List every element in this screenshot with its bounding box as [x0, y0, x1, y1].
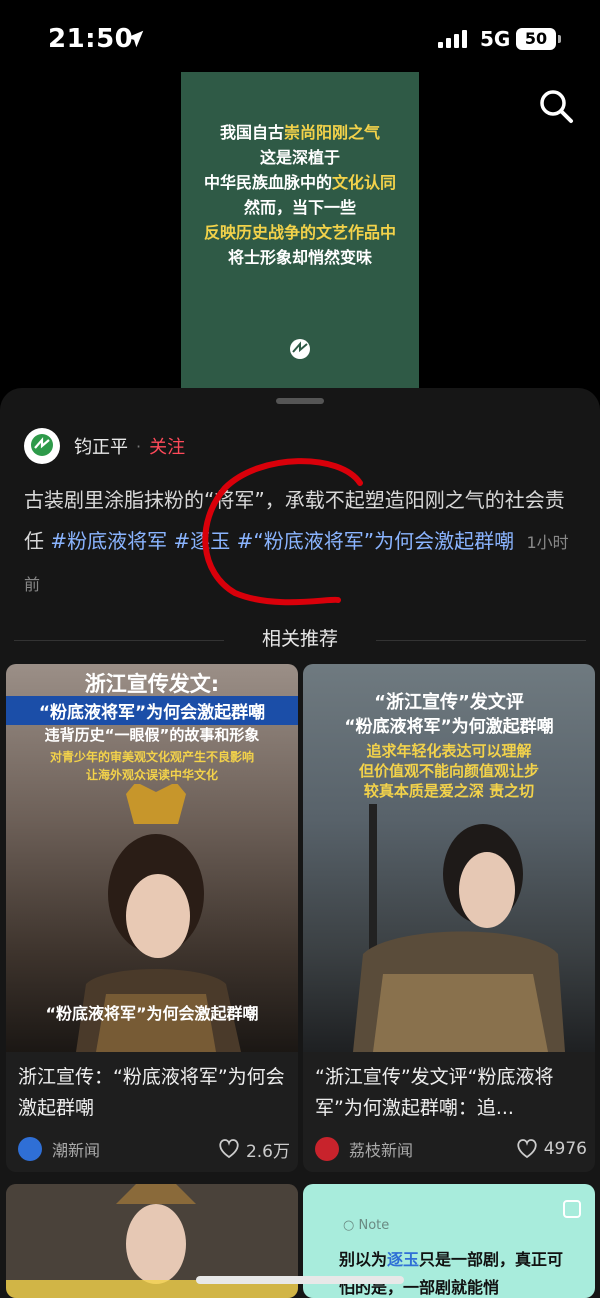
character-portrait-icon	[353, 804, 565, 1052]
note-segment: 别以为	[339, 1250, 388, 1269]
heart-icon	[517, 1139, 537, 1159]
drag-handle[interactable]	[276, 398, 324, 404]
caption-highlight: 反映历史战争的文艺作品中	[203, 223, 396, 242]
thumb-subtitle: 对青少年的审美观文化观产生不良影响	[49, 750, 254, 764]
source-logo-icon	[315, 1137, 339, 1161]
author-row: 钧正平 · 关注	[24, 426, 185, 466]
signal-icon	[438, 30, 467, 48]
caption-line: 反映历史战争的文艺作品中	[181, 220, 419, 245]
source-logo-icon	[18, 1137, 42, 1161]
thumb-subtitle: 让海外观众误读中华文化	[85, 768, 218, 782]
card-meta: 潮新闻 2.6万	[18, 1136, 290, 1162]
card-thumbnail[interactable]: 浙江宣传发文: “粉底液将军”为何会激起群嘲 违背历史“一眼假”的故事和形象 对…	[6, 664, 298, 1052]
caption-segment: 将士形象却悄然变味	[227, 248, 372, 267]
caption-segment: 中华民族血脉中的	[203, 173, 332, 192]
status-time: 21:50	[48, 24, 134, 54]
hashtag[interactable]: #“粉底液将军”为何会激起群嘲	[237, 529, 514, 553]
source-name[interactable]: 潮新闻	[52, 1137, 100, 1161]
caption-line: 然而，当下一些	[181, 195, 419, 220]
thumb-subtitle: 较真本质是爱之深 责之切	[363, 782, 535, 800]
recommend-title: 相关推荐	[261, 628, 338, 650]
thumb-heading: 浙江宣传发文:	[84, 672, 220, 696]
watermark-logo-icon	[290, 339, 310, 359]
caption-line: 将士形象却悄然变味	[181, 245, 419, 270]
caption-line: 中华民族血脉中的文化认同	[181, 170, 419, 195]
like-count: 4976	[543, 1139, 587, 1159]
like-count: 2.6万	[245, 1141, 290, 1162]
caption-line: 我国自古崇尚阳刚之气	[181, 120, 419, 145]
avatar[interactable]	[24, 428, 60, 464]
thumb-subtitle: 追求年轻化表达可以理解	[366, 742, 532, 760]
author-logo-icon	[31, 434, 53, 456]
location-arrow-icon	[126, 30, 144, 48]
card-title[interactable]: “浙江宣传”发文评“粉底液将军”为何激起群嘲：追...	[315, 1062, 587, 1124]
thumb-bottom-caption: “粉底液将军”为何会激起群嘲	[45, 1004, 259, 1023]
caption-segment: 然而，当下一些	[243, 198, 356, 217]
caption-segment: 我国自古	[219, 123, 284, 142]
thumb-subtitle: 违背历史“一眼假”的故事和形象	[44, 726, 260, 744]
copy-icon	[563, 1200, 581, 1218]
post-description: 古装剧里涂脂抹粉的“将军”，承载不起塑造阳刚之气的社会责任 #粉底液将军 #逐玉…	[24, 480, 580, 605]
follow-button[interactable]: 关注	[149, 433, 185, 459]
thumb-banner: “粉底液将军”为何会激起群嘲	[6, 696, 298, 725]
note-text: 别以为逐玉只是一部剧，真正可怕的是，一部剧就能悄	[339, 1246, 565, 1298]
caption-segment: 这是深植于	[259, 148, 340, 167]
home-indicator[interactable]	[196, 1276, 404, 1284]
recommend-card[interactable]: “浙江宣传”发文评 “粉底液将军”为何激起群嘲 追求年轻化表达可以理解 但价值观…	[303, 664, 595, 1172]
card-title[interactable]: 浙江宣传：“粉底液将军”为何会激起群嘲	[18, 1062, 290, 1124]
source-name[interactable]: 荔枝新闻	[349, 1137, 413, 1161]
recommend-header: 相关推荐	[0, 624, 600, 654]
note-highlight: 逐玉	[387, 1250, 420, 1269]
caption-line: 这是深植于	[181, 145, 419, 170]
thumb-subtitle: 但价值观不能向颜值观让步	[358, 762, 539, 780]
author-name[interactable]: 钧正平	[74, 433, 128, 459]
card-thumbnail[interactable]: “浙江宣传”发文评 “粉底液将军”为何激起群嘲 追求年轻化表达可以理解 但价值观…	[303, 664, 595, 1052]
video-caption: 我国自古崇尚阳刚之气这是深植于中华民族血脉中的文化认同然而，当下一些反映历史战争…	[181, 120, 419, 270]
separator-dot: ·	[136, 436, 142, 456]
thumb-heading: “浙江宣传”发文评	[374, 692, 524, 713]
battery-icon: 50	[516, 28, 561, 50]
search-icon[interactable]	[536, 86, 576, 126]
like-button[interactable]: 4976	[516, 1139, 587, 1159]
network-type: 5G	[480, 27, 511, 51]
video-frame[interactable]: 我国自古崇尚阳刚之气这是深植于中华民族血脉中的文化认同然而，当下一些反映历史战争…	[181, 72, 419, 390]
like-button[interactable]: 2.6万	[218, 1137, 290, 1162]
heart-icon	[219, 1139, 239, 1159]
caption-highlight: 崇尚阳刚之气	[284, 123, 381, 142]
hashtag[interactable]: #逐玉	[173, 529, 230, 553]
note-label: ○ Note	[343, 1218, 390, 1233]
thumb-banner: “粉底液将军”为何激起群嘲	[344, 717, 554, 737]
recommend-card[interactable]: 浙江宣传发文: “粉底液将军”为何会激起群嘲 违背历史“一眼假”的故事和形象 对…	[6, 664, 298, 1172]
card-meta: 荔枝新闻 4976	[315, 1136, 587, 1162]
caption-highlight: 文化认同	[332, 173, 397, 192]
divider	[376, 640, 586, 641]
hashtag[interactable]: #粉底液将军	[50, 529, 167, 553]
status-bar: 21:50 5G 50	[0, 0, 600, 70]
